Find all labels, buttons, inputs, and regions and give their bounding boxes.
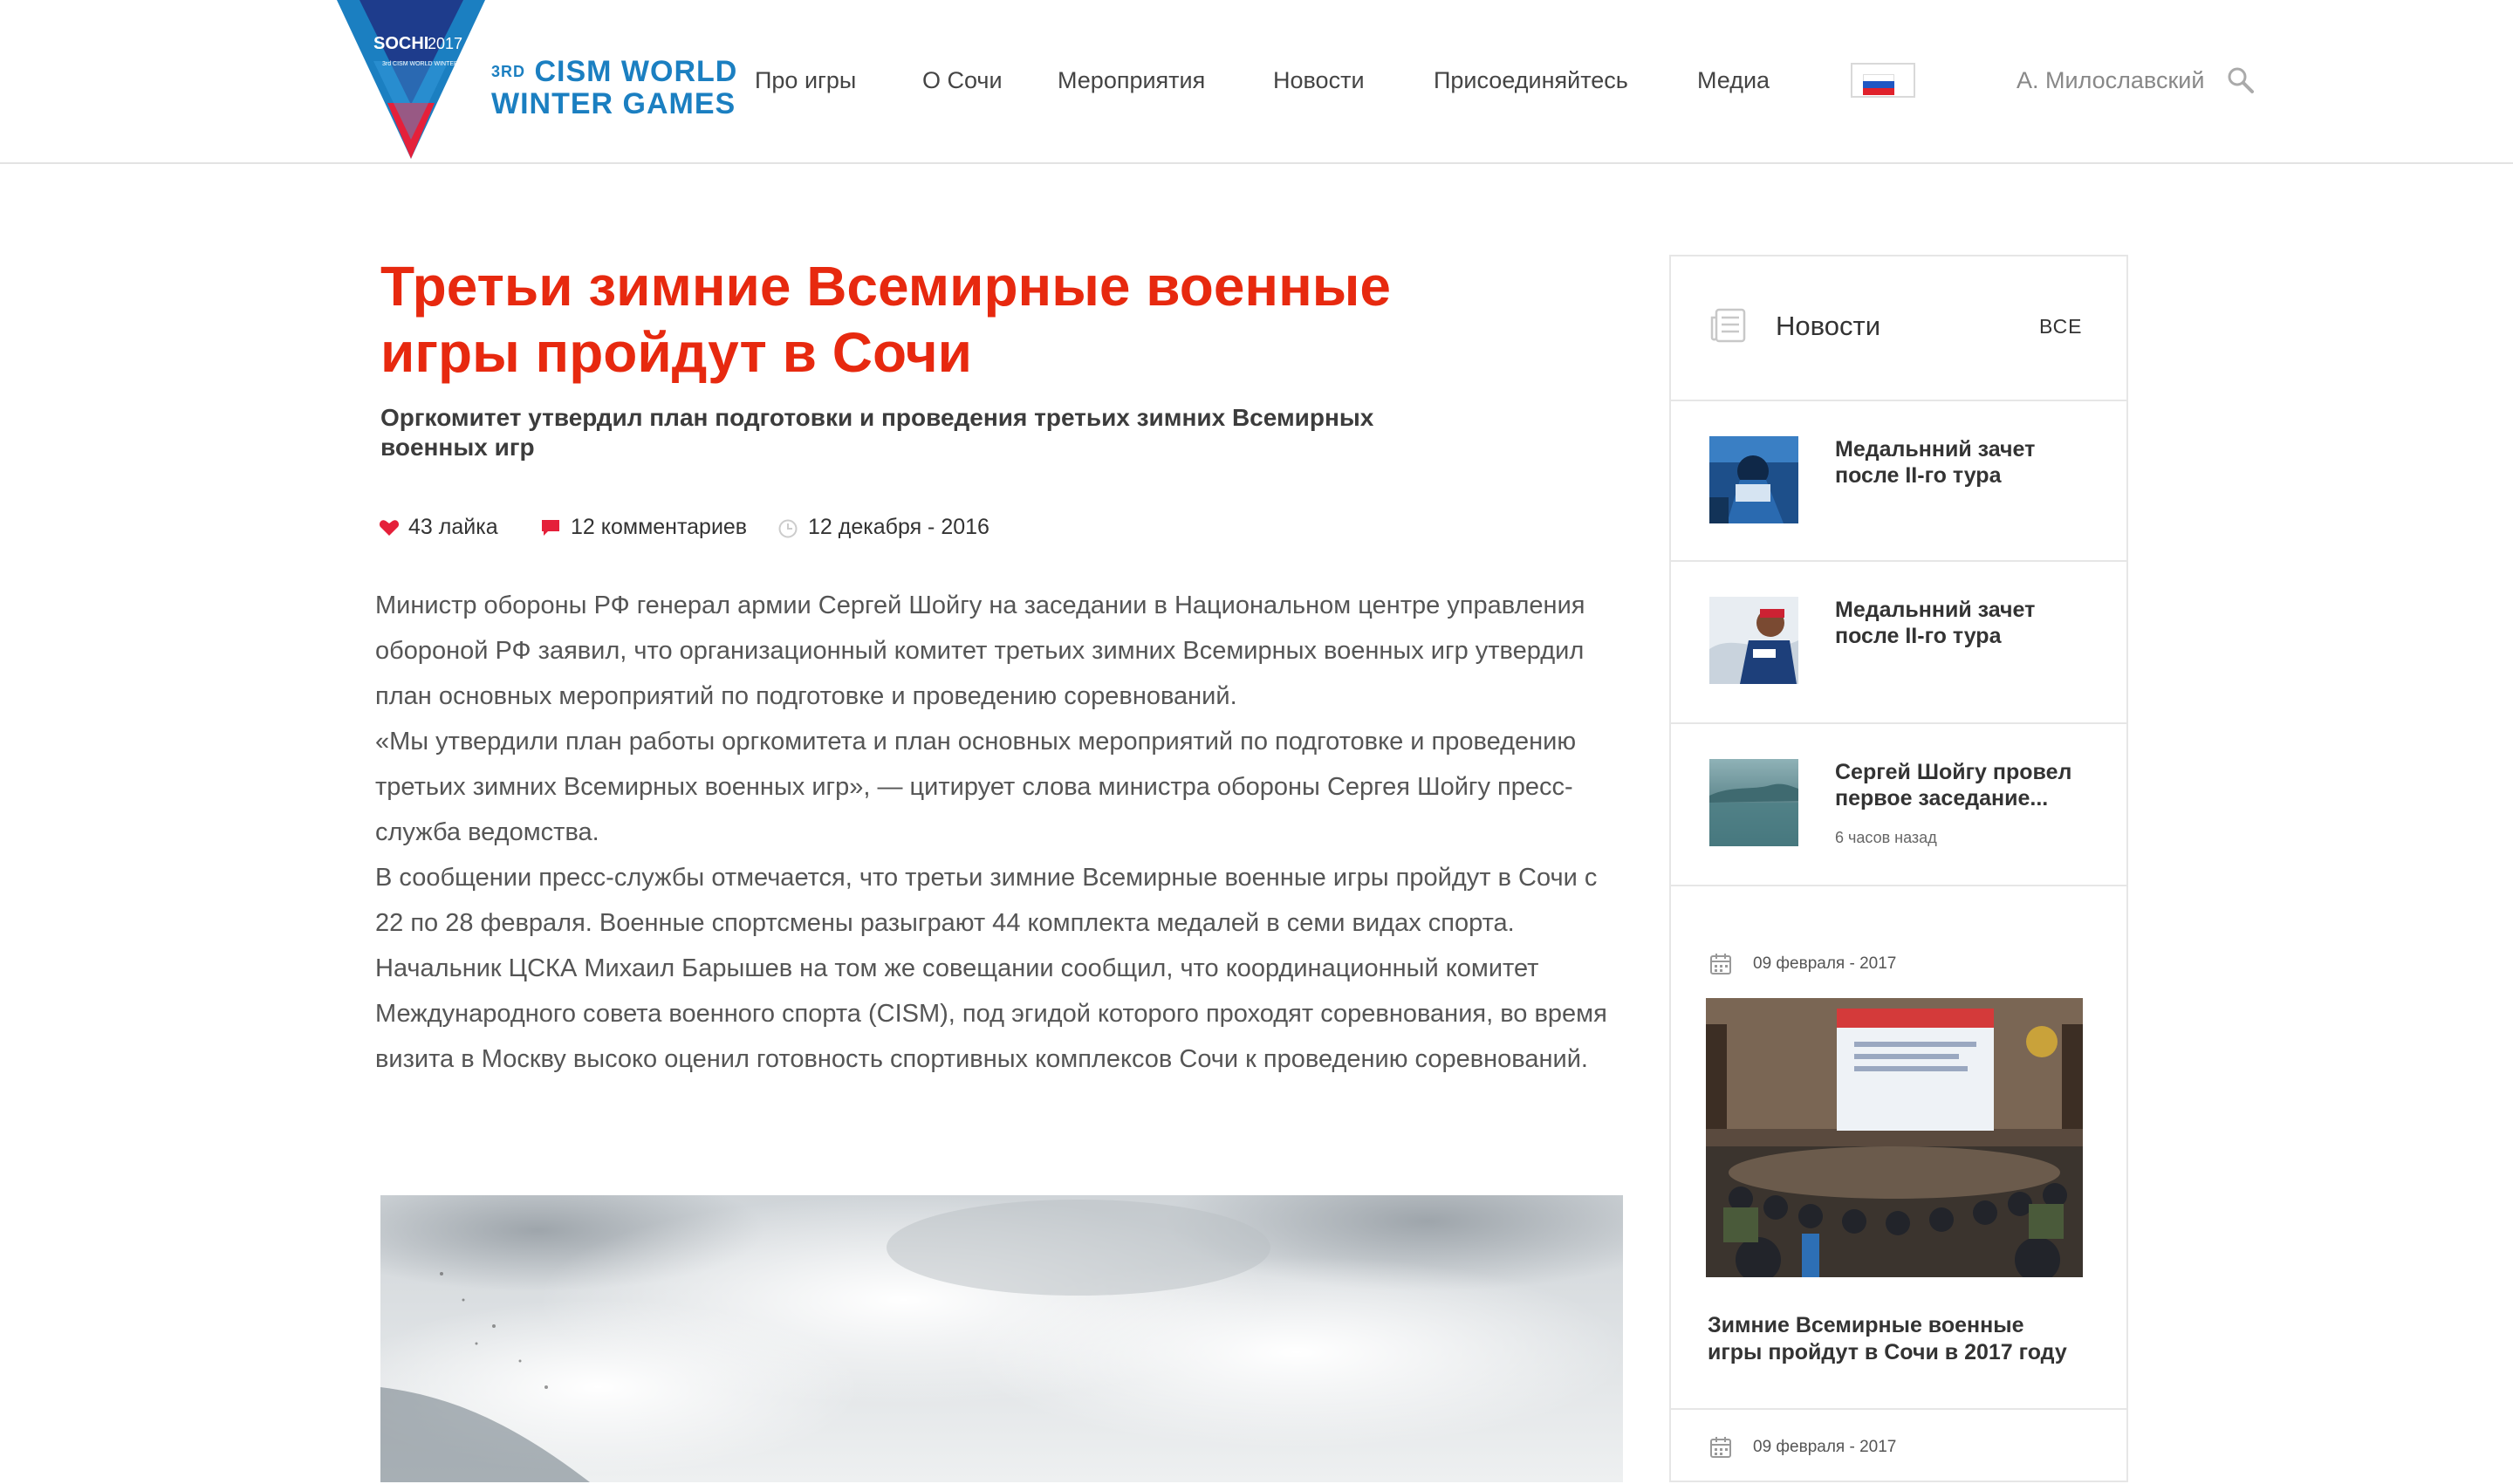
logo-badge-year: 2017 [428, 35, 462, 52]
featured-news[interactable]: 09 февраля - 2017 [1671, 885, 2126, 1410]
news-item-title: Медальнний зачет после II-го тура [1835, 437, 2036, 488]
article-subtitle: Оргкомитет утвердил план подготовки и пр… [380, 404, 1374, 461]
language-selector[interactable] [1851, 63, 1915, 98]
nav-media[interactable]: Медиа [1697, 63, 1770, 98]
logo-line-1: CISM WORLD [534, 55, 738, 88]
comments-label: 12 комментариев [571, 515, 748, 539]
nav-events[interactable]: Мероприятия [1058, 63, 1205, 98]
logo-line-2: WINTER GAMES [491, 87, 736, 120]
news-item-title: Медальнний зачет после II-го тура [1835, 598, 2036, 648]
games-logo[interactable]: SOCHI 2017 3rd CISM WORLD WINTER GAMES [337, 0, 485, 159]
news-thumbnail [1709, 597, 1798, 684]
nav-about-sochi[interactable]: О Сочи [922, 63, 1003, 98]
clock-icon [778, 519, 798, 538]
nav-about-games[interactable]: Про игры [755, 63, 856, 98]
logo-wordmark[interactable]: 3RD CISM WORLD WINTER GAMES [491, 56, 736, 120]
calendar-icon [1710, 954, 1731, 975]
sidebar-title: Новости [1776, 311, 1881, 341]
featured-news-date: 09 февраля - 2017 [1753, 954, 1897, 973]
article-body: Министр обороны РФ генерал армии Сергей … [375, 583, 1632, 1082]
newspaper-icon [1710, 308, 1746, 343]
news-thumbnail [1709, 759, 1798, 846]
news-item[interactable]: Медальнний зачет после II-го тура [1671, 400, 2126, 562]
calendar-icon [1710, 1437, 1731, 1458]
search-icon[interactable] [2227, 66, 2255, 94]
news-item-time: 6 часов назад [1835, 829, 1937, 846]
news-item[interactable]: Сергей Шойгу провел первое заседание... … [1671, 722, 2126, 886]
logo-ordinal: 3RD [491, 63, 526, 80]
featured-news-date: 09 февраля - 2017 [1753, 1438, 1897, 1456]
nav-news[interactable]: Новости [1273, 63, 1365, 98]
date-label: 12 декабря - 2016 [808, 515, 989, 539]
logo-badge-small: 3rd CISM WORLD WINTER GAMES [382, 61, 483, 67]
article-paragraph: Министр обороны РФ генерал армии Сергей … [375, 592, 1585, 710]
nav-join[interactable]: Присоединяйтесь [1434, 63, 1628, 98]
article-paragraph: «Мы утвердили план работы оргкомитета и … [375, 728, 1577, 846]
site-header: SOCHI 2017 3rd CISM WORLD WINTER GAMES 3… [0, 0, 2513, 164]
news-sidebar: Новости ВСЕ Медальнний зачет после II-го… [1669, 255, 2128, 1482]
article-paragraph: В сообщении пресс-службы отмечается, что… [375, 864, 1607, 1073]
news-item-title: Сергей Шойгу провел первое заседание... [1835, 760, 2072, 810]
all-news-link[interactable]: ВСЕ [2039, 311, 2083, 342]
featured-news[interactable]: 09 февраля - 2017 [1671, 1410, 2126, 1484]
article-title: Третьи зимние Всемирные военные игры про… [380, 255, 1391, 384]
comment-icon [542, 520, 559, 536]
user-name[interactable]: А. Милославский [2017, 63, 2204, 98]
featured-news-photo [1706, 998, 2083, 1277]
likes-label: 43 лайка [408, 515, 498, 539]
article-main-photo [380, 1195, 1623, 1482]
russia-flag-icon [1863, 74, 1894, 95]
news-thumbnail [1709, 436, 1798, 523]
heart-icon [379, 520, 400, 536]
featured-news-title: Зимние Всемирные военные игры пройдут в … [1708, 1313, 2067, 1364]
news-item[interactable]: Медальнний зачет после II-го тура [1671, 560, 2126, 724]
logo-badge-sochi: SOCHI [373, 34, 428, 53]
sidebar-header: Новости ВСЕ [1671, 256, 2126, 401]
